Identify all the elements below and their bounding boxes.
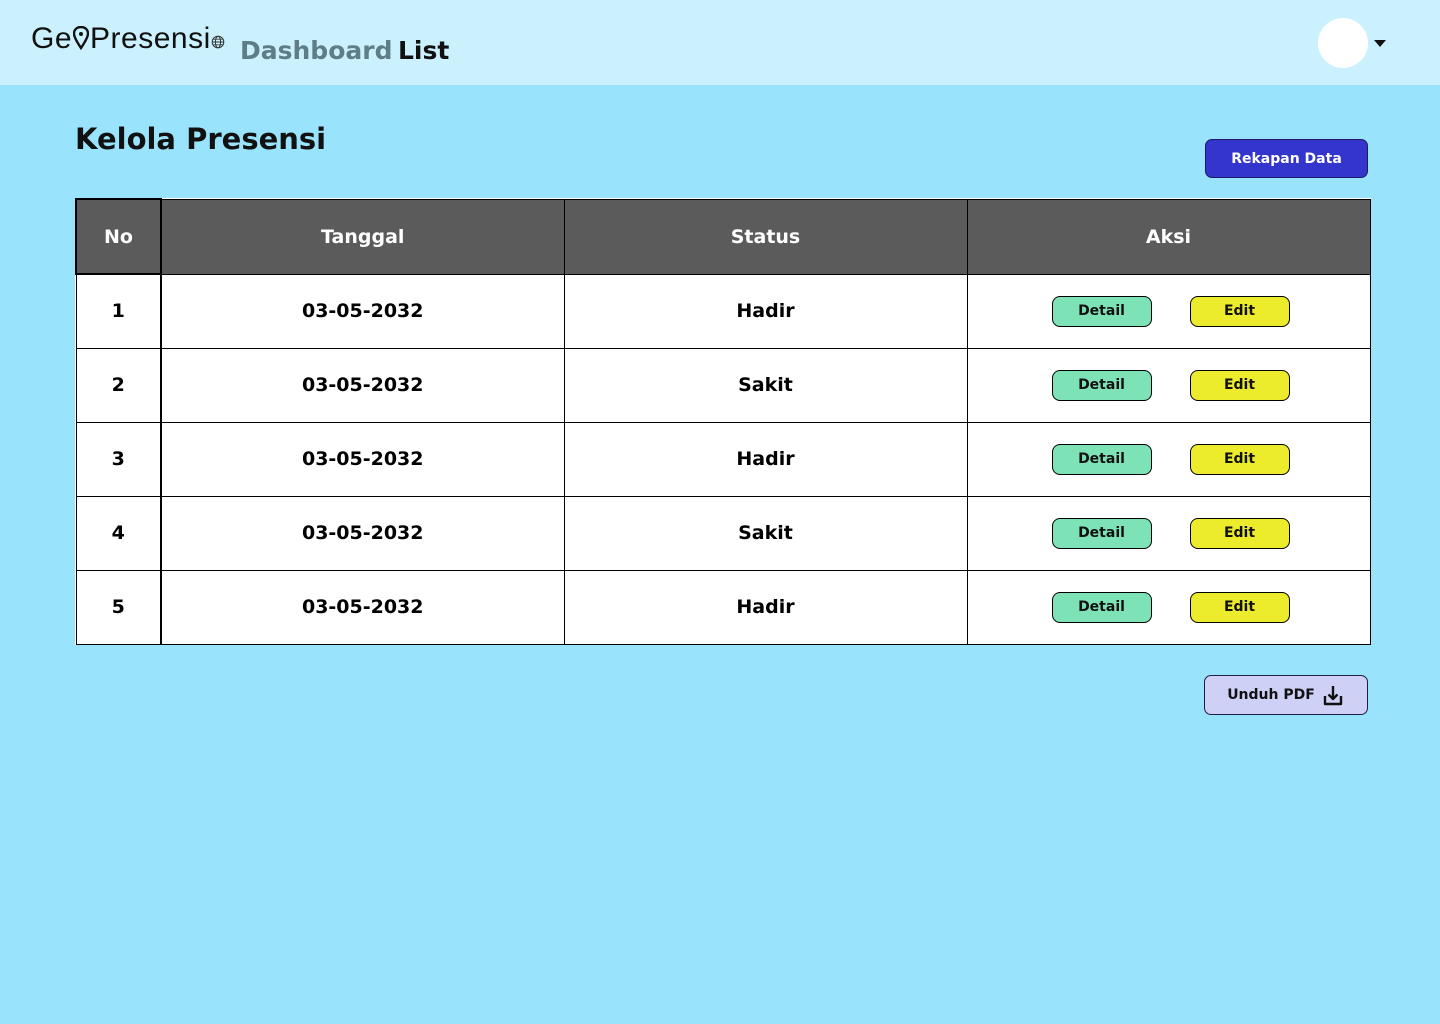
- table-header-row: No Tanggal Status Aksi: [75, 198, 1371, 275]
- download-icon: [1321, 683, 1345, 707]
- row-actions: Detail Edit: [966, 273, 1371, 349]
- row-date: 03-05-2032: [160, 569, 565, 645]
- location-pin-icon: [72, 25, 90, 52]
- edit-button[interactable]: Edit: [1189, 369, 1290, 401]
- rekapan-data-button[interactable]: Rekapan Data: [1205, 139, 1368, 178]
- row-date: 03-05-2032: [160, 347, 565, 423]
- row-status: Hadir: [563, 569, 968, 645]
- row-number: 1: [75, 273, 162, 349]
- edit-button[interactable]: Edit: [1189, 591, 1290, 623]
- edit-button[interactable]: Edit: [1189, 517, 1290, 549]
- unduh-pdf-label: Unduh PDF: [1227, 687, 1315, 703]
- row-date: 03-05-2032: [160, 421, 565, 497]
- nav-dashboard[interactable]: Dashboard: [240, 36, 392, 65]
- row-actions: Detail Edit: [966, 347, 1371, 423]
- detail-button[interactable]: Detail: [1051, 443, 1152, 475]
- row-date: 03-05-2032: [160, 495, 565, 571]
- row-status: Sakit: [563, 347, 968, 423]
- detail-button[interactable]: Detail: [1051, 517, 1152, 549]
- globe-icon: [211, 23, 225, 49]
- column-header-status: Status: [563, 198, 968, 275]
- logo-text-part2: Presensi: [90, 22, 211, 55]
- presensi-table: No Tanggal Status Aksi 1 03-05-2032 Hadi…: [75, 198, 1371, 645]
- row-status: Hadir: [563, 273, 968, 349]
- row-status: Sakit: [563, 495, 968, 571]
- table-row: 5 03-05-2032 Hadir Detail Edit: [75, 569, 1371, 645]
- column-header-aksi: Aksi: [966, 198, 1371, 275]
- row-number: 4: [75, 495, 162, 571]
- detail-button[interactable]: Detail: [1051, 591, 1152, 623]
- column-header-no: No: [75, 198, 162, 275]
- row-date: 03-05-2032: [160, 273, 565, 349]
- row-number: 5: [75, 569, 162, 645]
- page-title: Kelola Presensi: [75, 122, 327, 156]
- table-row: 4 03-05-2032 Sakit Detail Edit: [75, 495, 1371, 571]
- row-actions: Detail Edit: [966, 495, 1371, 571]
- edit-button[interactable]: Edit: [1189, 443, 1290, 475]
- detail-button[interactable]: Detail: [1051, 295, 1152, 327]
- table-row: 2 03-05-2032 Sakit Detail Edit: [75, 347, 1371, 423]
- user-avatar[interactable]: [1318, 18, 1368, 68]
- row-number: 3: [75, 421, 162, 497]
- caret-down-icon[interactable]: [1374, 40, 1386, 47]
- edit-button[interactable]: Edit: [1189, 295, 1290, 327]
- top-header: Ge Presensi Dashboard List: [0, 0, 1440, 85]
- geopresensi-logo[interactable]: Ge Presensi: [31, 22, 225, 56]
- table-row: 3 03-05-2032 Hadir Detail Edit: [75, 421, 1371, 497]
- row-actions: Detail Edit: [966, 569, 1371, 645]
- row-status: Hadir: [563, 421, 968, 497]
- detail-button[interactable]: Detail: [1051, 369, 1152, 401]
- row-actions: Detail Edit: [966, 421, 1371, 497]
- column-header-tanggal: Tanggal: [160, 198, 565, 275]
- table-row: 1 03-05-2032 Hadir Detail Edit: [75, 273, 1371, 349]
- unduh-pdf-button[interactable]: Unduh PDF: [1204, 675, 1368, 715]
- nav-list[interactable]: List: [398, 36, 449, 65]
- row-number: 2: [75, 347, 162, 423]
- logo-text-part1: Ge: [31, 22, 73, 55]
